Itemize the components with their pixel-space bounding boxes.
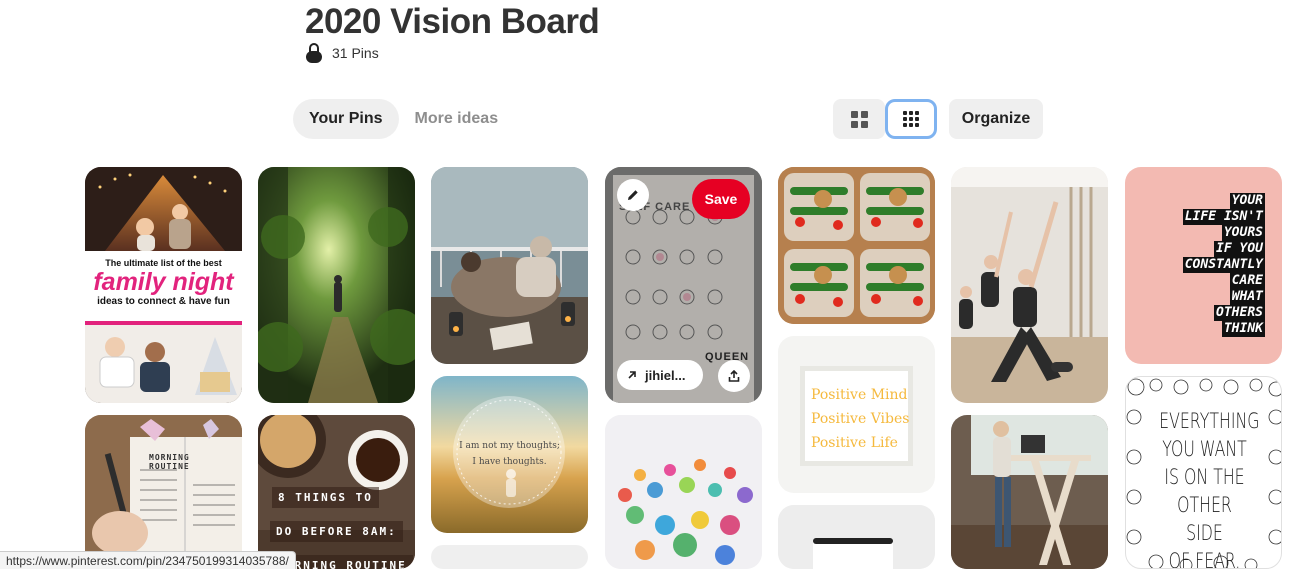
- family-night-banner: The ultimate list of the best family nig…: [85, 251, 242, 321]
- family-night-line1: The ultimate list of the best: [105, 258, 222, 268]
- pin-meal-prep[interactable]: [778, 167, 935, 324]
- share-icon: [728, 370, 740, 382]
- life-quote-line4: IF YOU: [1214, 241, 1265, 257]
- pin-thoughts-quote[interactable]: I am not my thoughts; I have thoughts.: [431, 376, 588, 533]
- tab-your-pins[interactable]: Your Pins: [293, 99, 399, 139]
- family-night-divider: [85, 321, 242, 325]
- pin-cozy-couple[interactable]: [431, 167, 588, 364]
- board-tabs: Your Pins More ideas: [293, 99, 514, 139]
- life-quote-line3: YOURS: [1221, 225, 1265, 241]
- pencil-icon: [628, 190, 638, 200]
- fear-line3: IS ON THE: [1164, 465, 1245, 489]
- pin-standing-desk[interactable]: [951, 415, 1108, 569]
- positive-quote-frame: Positive Mind Positive Vibes Positive Li…: [800, 366, 913, 466]
- pin-forest-path[interactable]: [258, 167, 415, 403]
- share-button[interactable]: [718, 360, 750, 392]
- pin-life-isnt-yours-quote[interactable]: YOUR LIFE ISN'T YOURS IF YOU CONSTANTLY …: [1125, 167, 1282, 364]
- board-meta: 31 Pins: [306, 43, 379, 63]
- positive-line2: Positive Vibes: [811, 411, 910, 427]
- source-link-button[interactable]: jihiel...: [617, 360, 703, 390]
- lock-icon: [306, 43, 322, 63]
- pin-mug[interactable]: [778, 505, 935, 569]
- browser-status-bar: https://www.pinterest.com/pin/2347501993…: [0, 551, 296, 569]
- pin-yoga-class[interactable]: [951, 167, 1108, 403]
- grid-2x2-icon: [850, 110, 868, 128]
- pin-positive-mind[interactable]: Positive Mind Positive Vibes Positive Li…: [778, 336, 935, 493]
- default-view-button[interactable]: [833, 99, 885, 139]
- pin-family-night[interactable]: The ultimate list of the best family nig…: [85, 167, 242, 403]
- organize-button[interactable]: Organize: [949, 99, 1043, 139]
- eight-things-line2: DO BEFORE 8AM:: [270, 521, 403, 542]
- life-quote-text: YOUR LIFE ISN'T YOURS IF YOU CONSTANTLY …: [1163, 193, 1265, 337]
- family-night-line3: ideas to connect & have fun: [97, 296, 230, 307]
- life-quote-line6: CARE: [1229, 273, 1265, 289]
- life-quote-line7: WHAT: [1229, 289, 1265, 305]
- pin-8-things-before-8am[interactable]: 8 THINGS TO DO BEFORE 8AM: ORNING ROUTIN…: [258, 415, 415, 569]
- fear-line4: OTHER SIDE: [1177, 493, 1232, 545]
- board-title: 2020 Vision Board: [305, 2, 600, 41]
- save-button[interactable]: Save: [692, 179, 750, 219]
- pin-everything-you-want[interactable]: EVERYTHING YOU WANT IS ON THE OTHER SIDE…: [1125, 376, 1282, 569]
- eight-things-line1: 8 THINGS TO: [272, 487, 379, 508]
- thoughts-line2: I have thoughts.: [472, 457, 547, 467]
- compact-view-button[interactable]: [885, 99, 937, 139]
- family-night-line2: family night: [93, 268, 234, 296]
- grid-3x3-icon: [903, 111, 919, 127]
- source-link-label: jihiel...: [645, 367, 686, 383]
- pin-partial-col3[interactable]: [431, 545, 588, 569]
- eight-things-line3: ORNING ROUTINE: [280, 555, 413, 569]
- morning-routine-heading: MORNING ROUTINE: [149, 453, 190, 471]
- thoughts-line1: I am not my thoughts;: [459, 441, 560, 451]
- life-quote-line8: OTHERS: [1214, 305, 1265, 321]
- tab-more-ideas[interactable]: More ideas: [399, 99, 515, 139]
- pin-watercolor-flowers[interactable]: [605, 415, 762, 569]
- edit-pin-button[interactable]: [617, 179, 649, 211]
- fear-line1: EVERYTHING: [1159, 409, 1260, 433]
- pin-morning-routine-journal[interactable]: MORNING ROUTINE: [85, 415, 242, 569]
- thoughts-quote-text: I am not my thoughts; I have thoughts.: [451, 438, 568, 470]
- fear-line2: YOU WANT: [1162, 437, 1247, 461]
- positive-line1: Positive Mind: [811, 387, 908, 403]
- positive-line3: Positive Life: [811, 435, 898, 451]
- life-quote-line9: THINK: [1221, 321, 1265, 337]
- life-quote-line1: YOUR: [1229, 193, 1265, 209]
- pin-count: 31 Pins: [332, 45, 379, 61]
- pin-self-care-queen[interactable]: SELF CARE QUEEN Save jihiel...: [605, 167, 762, 403]
- fear-quote-text: EVERYTHING YOU WANT IS ON THE OTHER SIDE…: [1159, 407, 1260, 569]
- fear-line5: OF FEAR.: [1168, 549, 1241, 569]
- arrow-up-right-icon: [628, 371, 636, 379]
- life-quote-line5: CONSTANTLY: [1182, 257, 1265, 273]
- life-quote-line2: LIFE ISN'T: [1182, 209, 1265, 225]
